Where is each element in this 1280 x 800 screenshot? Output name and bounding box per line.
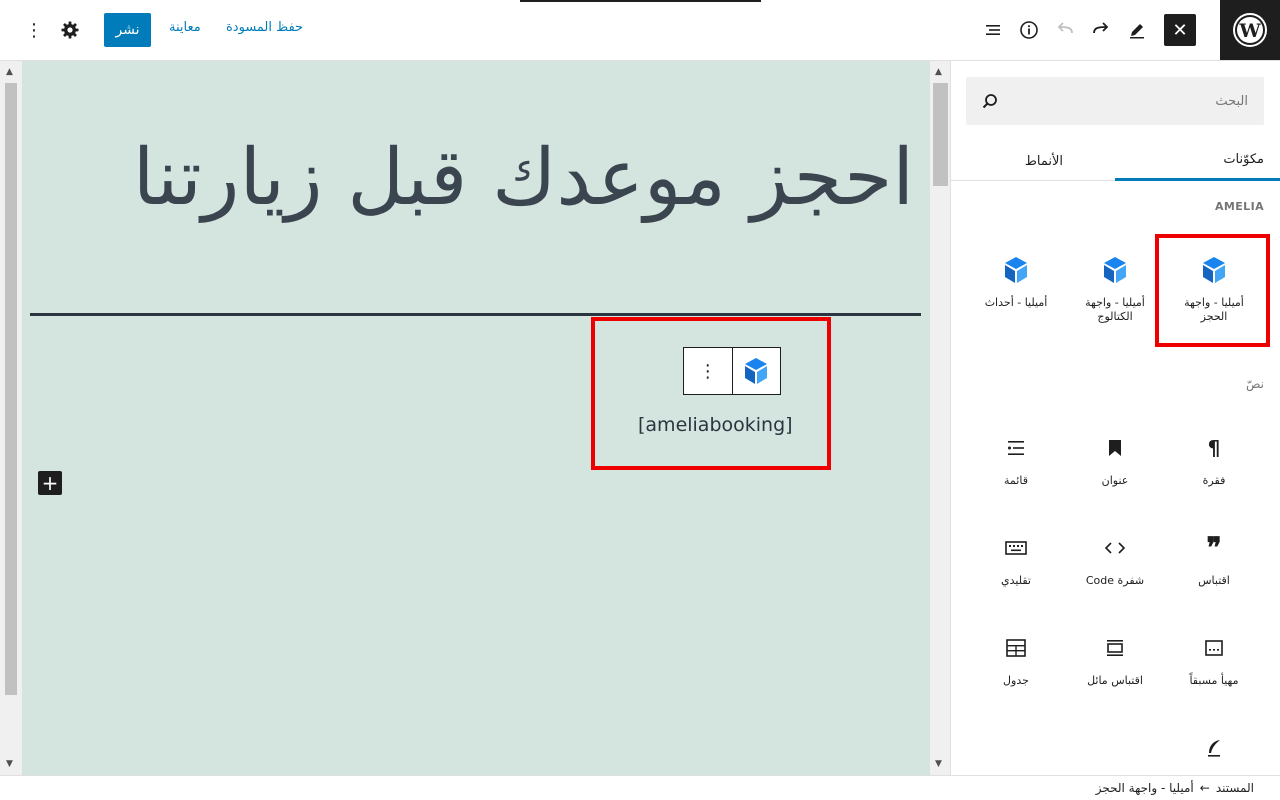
preformatted-icon (1205, 640, 1223, 656)
code-icon (1104, 542, 1126, 554)
left-scrollbar-thumb[interactable] (5, 83, 17, 695)
amelia-cube-icon (1005, 257, 1027, 283)
bookmark-icon (1109, 440, 1121, 456)
undo-button[interactable] (1049, 14, 1081, 46)
preview-button[interactable]: معاينة (169, 20, 201, 35)
more-vertical-icon: ⋮ (25, 19, 43, 41)
breadcrumb-document[interactable]: المستند (1216, 781, 1254, 795)
publish-button[interactable]: نشر (104, 13, 151, 47)
block-inserter-panel: مكوّنات الأنماط AMELIA أميليا - واجهة ال… (950, 61, 1280, 775)
block-pullquote[interactable]: اقتباس مائل (1065, 628, 1165, 688)
search-icon (982, 94, 997, 109)
block-quote[interactable]: ❞ اقتباس (1164, 528, 1264, 588)
block-list[interactable]: قائمة (966, 428, 1066, 488)
block-amelia-events[interactable]: أميليا - أحداث (966, 250, 1066, 310)
block-verse[interactable] (1164, 728, 1264, 768)
inserter-tabs: مكوّنات الأنماط (951, 141, 1280, 181)
tab-blocks[interactable]: مكوّنات (1115, 141, 1280, 181)
annotation-highlight-sidebar (1155, 234, 1270, 347)
block-search-input[interactable] (1014, 77, 1264, 125)
details-button[interactable] (1013, 14, 1045, 46)
block-preformatted[interactable]: مهيأ مسبقاً (1164, 628, 1264, 688)
add-block-button[interactable]: + (38, 471, 62, 495)
block-label: قائمة (1004, 474, 1028, 487)
redo-button[interactable] (1085, 14, 1117, 46)
wordpress-icon: W (1233, 13, 1267, 47)
table-icon (1006, 639, 1026, 657)
scroll-up-arrow-icon[interactable]: ▲ (6, 67, 13, 77)
block-label: أميليا - أحداث (984, 296, 1048, 309)
block-heading[interactable]: عنوان (1065, 428, 1165, 488)
editor-canvas-area: ▲ ▼ احجز موعدك قبل زيارتنا ⋮ [ameliabook… (0, 61, 950, 775)
options-menu-button[interactable]: ⋮ (18, 14, 50, 46)
block-search (966, 77, 1264, 125)
block-amelia-catalog[interactable]: أميليا - واجهة الكتالوج (1065, 250, 1165, 325)
list-view-icon (986, 25, 1000, 35)
pencil-icon (1130, 24, 1144, 39)
gear-icon (61, 21, 79, 39)
feather-icon (1208, 740, 1220, 757)
block-code[interactable]: شفرة Code (1065, 528, 1165, 588)
redo-icon (1093, 22, 1109, 34)
breadcrumb-current-block[interactable]: أميليا - واجهة الحجز (1096, 781, 1194, 795)
right-scrollbar-thumb[interactable] (933, 83, 948, 186)
tab-patterns[interactable]: الأنماط (951, 141, 1115, 181)
editor-header: W ✕ ⋮ نشر معاينة حفظ المسودة (0, 0, 1280, 61)
editor-canvas: احجز موعدك قبل زيارتنا ⋮ [ameliabooking]… (22, 61, 930, 775)
tools-button[interactable] (1121, 14, 1153, 46)
header-notch (520, 0, 761, 2)
post-title[interactable]: احجز موعدك قبل زيارتنا (133, 133, 915, 223)
block-label: فقرة (1202, 474, 1226, 487)
scroll-up-arrow-icon[interactable]: ▲ (935, 67, 942, 77)
close-inserter-button[interactable]: ✕ (1164, 14, 1196, 46)
scroll-down-arrow-icon[interactable]: ▼ (935, 759, 942, 769)
settings-button[interactable] (54, 14, 86, 46)
block-table[interactable]: جدول (966, 628, 1066, 688)
section-title-text: نصّ (1245, 377, 1264, 391)
editor-footer: المستند ← أميليا - واجهة الحجز (0, 775, 1280, 800)
save-draft-button[interactable]: حفظ المسودة (226, 20, 303, 35)
block-label: شفرة Code (1085, 574, 1145, 587)
plus-icon: + (41, 471, 59, 495)
quote-icon: ❞ (1206, 531, 1222, 564)
breadcrumb-separator: ← (1199, 781, 1210, 795)
section-title-amelia: AMELIA (1215, 200, 1264, 213)
wordpress-logo-button[interactable]: W (1220, 0, 1280, 60)
list-view-button[interactable] (977, 14, 1009, 46)
block-label: جدول (1003, 674, 1029, 687)
amelia-cube-icon (1104, 257, 1126, 283)
breadcrumb: المستند ← أميليا - واجهة الحجز (1096, 781, 1254, 795)
block-label: مهيأ مسبقاً (1189, 674, 1239, 687)
scroll-down-arrow-icon[interactable]: ▼ (6, 759, 13, 769)
block-label: تقليدي (1001, 574, 1031, 587)
block-label: أميليا - واجهة الكتالوج (1085, 296, 1145, 324)
block-label: اقتباس مائل (1087, 674, 1143, 687)
block-paragraph[interactable]: ¶ فقرة (1164, 428, 1264, 488)
right-scrollbar[interactable]: ▲ ▼ (930, 61, 950, 775)
paragraph-icon: ¶ (1207, 436, 1221, 460)
keyboard-icon (1005, 541, 1027, 555)
block-label: عنوان (1101, 474, 1129, 487)
block-classic[interactable]: تقليدي (966, 528, 1066, 588)
undo-icon (1057, 22, 1073, 34)
block-label: اقتباس (1198, 574, 1230, 587)
pullquote-icon (1107, 640, 1123, 656)
svg-text:W: W (1238, 20, 1261, 42)
annotation-highlight-canvas (591, 317, 831, 470)
close-icon: ✕ (1172, 19, 1188, 41)
info-icon (1020, 21, 1038, 39)
list-icon (1008, 441, 1024, 455)
left-scrollbar[interactable]: ▲ ▼ (0, 61, 22, 775)
separator-block[interactable] (30, 313, 921, 316)
